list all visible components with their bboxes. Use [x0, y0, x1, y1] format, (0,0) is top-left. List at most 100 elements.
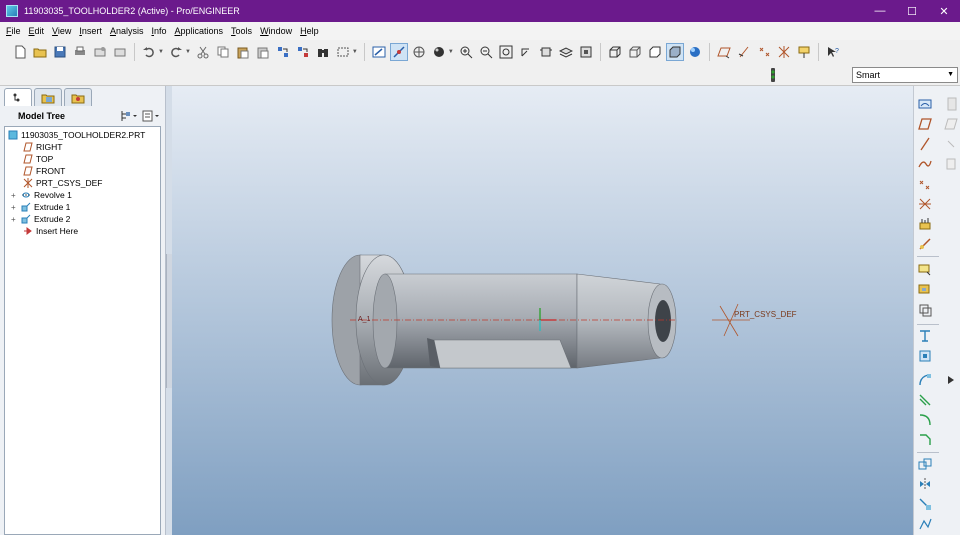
undo-dropdown-icon[interactable]: ▼ [158, 49, 164, 55]
regenerate-manager-icon[interactable] [294, 43, 312, 61]
tree-item-extrude-2[interactable]: + Extrude 2 [11, 213, 70, 225]
spin-center-icon[interactable] [389, 43, 408, 61]
view-manager-icon[interactable] [577, 43, 595, 61]
tree-root[interactable]: 11903035_TOOLHOLDER2.PRT [8, 129, 145, 141]
repaint-icon[interactable] [370, 43, 388, 61]
datum-point-tool-icon[interactable] [917, 176, 933, 192]
sketch-tool-icon[interactable] [917, 96, 933, 112]
menu-tools[interactable]: Tools [227, 26, 256, 36]
orient-mode-icon[interactable] [410, 43, 428, 61]
datum-axis-tool-icon[interactable] [917, 136, 933, 152]
insert-shared-data-icon[interactable] [917, 236, 933, 252]
saved-views-icon[interactable] [537, 43, 555, 61]
select-box-icon[interactable] [334, 43, 352, 61]
zoom-out-icon[interactable] [477, 43, 495, 61]
print-icon[interactable] [71, 43, 89, 61]
tab-favorites[interactable] [64, 88, 92, 106]
menu-info[interactable]: Info [147, 26, 170, 36]
tree-item-insert-here[interactable]: Insert Here [13, 225, 78, 237]
appearance-sphere-icon[interactable] [430, 43, 448, 61]
no-hidden-icon[interactable] [646, 43, 664, 61]
minimize-button[interactable]: — [864, 0, 896, 22]
tree-show-icon[interactable] [140, 109, 162, 123]
redo-dropdown-icon[interactable]: ▼ [185, 49, 191, 55]
tree-item-revolve[interactable]: + Revolve 1 [11, 189, 72, 201]
zoom-in-icon[interactable] [457, 43, 475, 61]
enhanced-realism-icon[interactable] [686, 43, 704, 61]
hole-tool-icon[interactable] [917, 262, 933, 278]
annotation-display-icon[interactable] [795, 43, 813, 61]
shading-icon[interactable] [665, 43, 684, 61]
save-icon[interactable] [51, 43, 69, 61]
tree-item-extrude-1[interactable]: + Extrude 1 [11, 201, 70, 213]
send-link-icon[interactable] [111, 43, 129, 61]
copy-feature-icon[interactable] [917, 456, 933, 472]
menu-view[interactable]: View [48, 26, 75, 36]
tab-model-tree[interactable] [4, 88, 32, 106]
context-help-icon[interactable]: ? [824, 43, 842, 61]
graphics-window[interactable]: A_1 PRT_CSYS_DEF [172, 86, 913, 535]
datum-planes-display-icon[interactable] [715, 43, 733, 61]
tree-item-csys[interactable]: PRT_CSYS_DEF [13, 177, 102, 189]
revolve-tool-icon[interactable] [917, 348, 933, 364]
appearance-dropdown-icon[interactable]: ▼ [448, 49, 454, 55]
csys-display-icon[interactable] [775, 43, 793, 61]
datum-axes-display-icon[interactable] [735, 43, 753, 61]
menu-file[interactable]: File [2, 26, 25, 36]
layers-icon[interactable] [557, 43, 575, 61]
expand-tools-icon[interactable] [943, 372, 959, 388]
rib-tool-icon[interactable] [917, 302, 933, 318]
analysis-feature-tool-icon[interactable] [917, 216, 933, 232]
csys-symbol[interactable] [712, 303, 750, 337]
csys-tool-icon[interactable] [917, 196, 933, 212]
new-file-icon[interactable] [11, 43, 29, 61]
tree-settings-icon[interactable] [118, 109, 140, 123]
menu-applications[interactable]: Applications [171, 26, 228, 36]
select-dropdown-icon[interactable]: ▼ [352, 49, 358, 55]
blend-tool-icon[interactable] [917, 392, 933, 408]
wireframe-icon[interactable] [606, 43, 624, 61]
paste-icon[interactable] [234, 43, 252, 61]
round-tool-icon[interactable] [917, 412, 933, 428]
title-bar: 11903035_TOOLHOLDER2 (Active) - Pro/ENGI… [0, 0, 960, 22]
menu-insert[interactable]: Insert [75, 26, 106, 36]
maximize-button[interactable]: ☐ [896, 0, 928, 22]
extrude-tool-icon[interactable] [917, 328, 933, 344]
hidden-line-icon[interactable] [626, 43, 644, 61]
find-binoculars-icon[interactable] [314, 43, 332, 61]
menu-analysis[interactable]: Analysis [106, 26, 148, 36]
close-button[interactable]: ✕ [928, 0, 960, 22]
expand-icon[interactable]: + [11, 203, 19, 212]
datum-plane-tool-icon[interactable] [917, 116, 933, 132]
reorient-icon[interactable] [517, 43, 535, 61]
open-folder-icon[interactable] [31, 43, 49, 61]
tree-item-top[interactable]: TOP [13, 153, 53, 165]
datum-points-display-icon[interactable] [755, 43, 773, 61]
menu-window[interactable]: Window [256, 26, 296, 36]
mirror-tool-icon[interactable] [917, 476, 933, 492]
datum-curve-tool-icon[interactable] [917, 156, 933, 172]
chamfer-tool-icon[interactable] [917, 432, 933, 448]
tree-item-right[interactable]: RIGHT [13, 141, 62, 153]
merge-tool-icon[interactable] [917, 496, 933, 512]
pattern-tool-icon[interactable] [917, 516, 933, 532]
redo-icon[interactable] [167, 43, 185, 61]
regenerate-icon[interactable] [274, 43, 292, 61]
selection-filter-select[interactable]: Smart ▼ [852, 67, 958, 83]
expand-icon[interactable]: + [11, 215, 19, 224]
menu-help[interactable]: Help [296, 26, 323, 36]
sweep-tool-icon[interactable] [917, 372, 933, 388]
refit-icon[interactable] [497, 43, 515, 61]
menu-edit[interactable]: Edit [25, 26, 49, 36]
model-tree-title: Model Tree [18, 111, 66, 121]
cut-icon[interactable] [194, 43, 212, 61]
shell-tool-icon[interactable] [917, 282, 933, 298]
tree-item-front[interactable]: FRONT [13, 165, 65, 177]
undo-icon[interactable] [140, 43, 158, 61]
model-viewport[interactable]: A_1 PRT_CSYS_DEF [172, 86, 913, 535]
expand-icon[interactable]: + [11, 191, 19, 200]
copy-icon[interactable] [214, 43, 232, 61]
send-mail-icon[interactable] [91, 43, 109, 61]
tab-folder-browser[interactable] [34, 88, 62, 106]
paste-special-icon[interactable] [254, 43, 272, 61]
